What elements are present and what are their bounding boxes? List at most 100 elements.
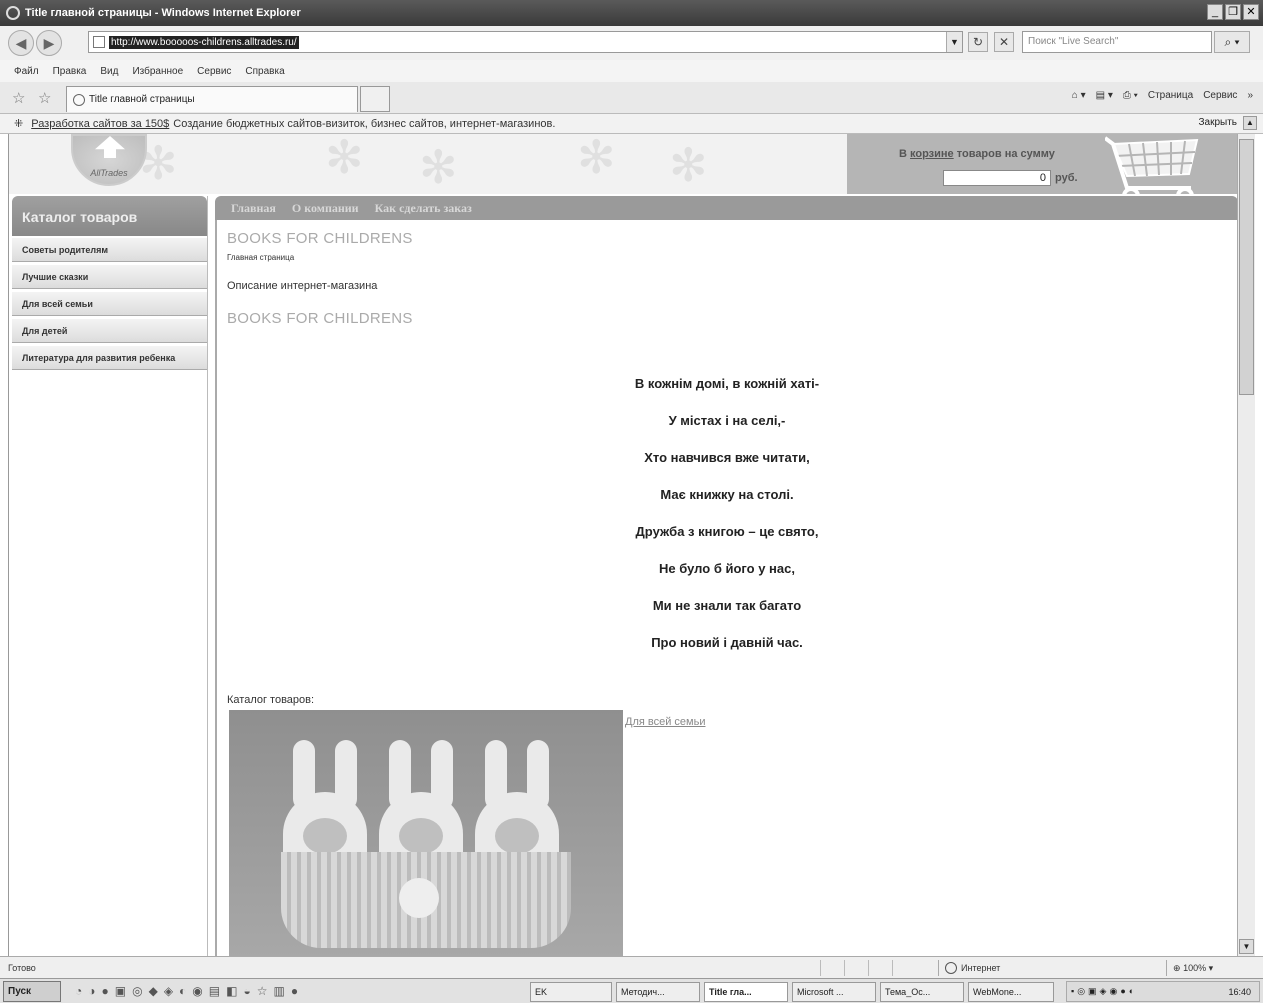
poem-line: Хто навчився вже читати, — [644, 450, 810, 465]
more-chevron-icon[interactable]: » — [1247, 90, 1253, 101]
status-segment — [820, 960, 842, 976]
quicklaunch-icon[interactable]: ☆ — [257, 984, 268, 998]
quicklaunch-icon[interactable]: ▣ — [115, 984, 126, 998]
feeds-icon[interactable]: ▤ ▾ — [1096, 90, 1113, 101]
taskbar-button[interactable]: EK — [530, 982, 612, 1002]
quicklaunch-icon[interactable]: ● — [102, 984, 109, 998]
bow — [399, 878, 439, 918]
quicklaunch-icon[interactable]: ◐ — [179, 984, 186, 998]
status-segment — [868, 960, 890, 976]
nav-how-to-order[interactable]: Как сделать заказ — [375, 201, 472, 216]
home-icon[interactable]: ⌂ ▾ — [1072, 90, 1086, 101]
tab-bar: ☆ ☆ Title главной страницы ⌂ ▾ ▤ ▾ ⎙ ▾ С… — [0, 82, 1263, 114]
menu-view[interactable]: Вид — [100, 66, 118, 77]
category-development-literature[interactable]: Литература для развития ребенка — [12, 346, 207, 370]
taskbar-button-active[interactable]: Title гла... — [704, 982, 788, 1002]
poem: В кожнім домі, в кожній хаті- У містах і… — [417, 376, 1037, 672]
category-parents-advice[interactable]: Советы родителям — [12, 238, 207, 262]
back-button[interactable]: ◀ — [8, 30, 34, 56]
page-menu[interactable]: Страница — [1148, 90, 1193, 101]
quick-launch: ◔ ◑ ● ▣ ◎ ◆ ◈ ◐ ◉ ▤ ◧ ◒ ☆ ▥ ● — [75, 984, 298, 998]
url-text[interactable]: http://www.booooos-childrens.alltrades.r… — [109, 35, 299, 49]
quicklaunch-icon[interactable]: ◈ — [164, 984, 173, 998]
tray-icons[interactable]: ▪◎▣◈◉●◐ — [1067, 986, 1137, 997]
ad-link[interactable]: Разработка сайтов за 150$ — [31, 118, 169, 130]
address-bar: ◀ ▶ http://www.booooos-childrens.alltrad… — [0, 26, 1263, 60]
site-nav: Главная О компании Как сделать заказ — [215, 196, 1237, 220]
poem-line: Має книжку на столі. — [660, 487, 794, 502]
status-segment — [844, 960, 866, 976]
system-tray: ▪◎▣◈◉●◐ 16:40 — [1066, 981, 1260, 1002]
scroll-up-arrow-icon[interactable]: ▲ — [1243, 116, 1257, 130]
poem-line: У містах і на селі,- — [668, 413, 786, 428]
ie-logo-icon — [6, 6, 20, 20]
ad-toggle-icon[interactable]: ⁜ — [14, 117, 23, 130]
cart-total-field: 0 — [943, 170, 1051, 186]
category-for-kids[interactable]: Для детей — [12, 319, 207, 343]
ad-info-bar: ⁜ Разработка сайтов за 150$ Создание бюд… — [0, 114, 1263, 134]
refresh-button[interactable]: ↻ — [968, 32, 988, 52]
quicklaunch-icon[interactable]: ◧ — [226, 984, 237, 998]
poem-line: Дружба з книгою – це свято, — [635, 524, 819, 539]
site-logo[interactable]: AllTrades — [71, 134, 147, 186]
menu-edit[interactable]: Правка — [53, 66, 87, 77]
print-icon[interactable]: ⎙ ▾ — [1123, 90, 1138, 101]
quicklaunch-icon[interactable]: ▥ — [273, 984, 284, 998]
quicklaunch-icon[interactable]: ◆ — [149, 984, 158, 998]
url-dropdown-button[interactable]: ▼ — [946, 32, 962, 52]
start-button[interactable]: Пуск — [3, 980, 61, 1002]
new-tab-button[interactable] — [360, 86, 390, 112]
quicklaunch-icon[interactable]: ▤ — [209, 984, 220, 998]
globe-icon — [945, 962, 957, 974]
add-favorite-icon[interactable]: ☆ — [38, 89, 51, 107]
nav-home[interactable]: Главная — [231, 201, 276, 216]
category-photo[interactable] — [229, 710, 623, 956]
tab-main-page[interactable]: Title главной страницы — [66, 86, 358, 112]
ad-close-button[interactable]: Закрыть — [1198, 117, 1237, 128]
menu-file[interactable]: Файл — [14, 66, 39, 77]
taskbar-button[interactable]: Microsoft ... — [792, 982, 876, 1002]
quicklaunch-icon[interactable]: ◔ — [75, 984, 82, 998]
category-whole-family[interactable]: Для всей семьи — [12, 292, 207, 316]
search-input[interactable]: Поиск "Live Search" — [1022, 31, 1212, 53]
nav-about[interactable]: О компании — [292, 201, 359, 216]
close-window-button[interactable]: ✕ — [1243, 4, 1259, 20]
taskbar-button[interactable]: Методич... — [616, 982, 700, 1002]
ad-text: Создание бюджетных сайтов-визиток, бизне… — [173, 117, 556, 130]
tools-menu[interactable]: Сервис — [1203, 90, 1237, 101]
quicklaunch-icon[interactable]: ◒ — [243, 984, 250, 998]
quicklaunch-icon[interactable]: ◑ — [88, 984, 95, 998]
clock: 16:40 — [1228, 986, 1251, 997]
zoom-level[interactable]: ⊕ 100% ▾ — [1166, 960, 1213, 976]
vertical-scrollbar[interactable]: ▼ — [1237, 134, 1255, 956]
favorites-center-icon[interactable]: ☆ — [12, 89, 25, 107]
quicklaunch-icon[interactable]: ● — [291, 984, 298, 998]
stop-button[interactable]: ✕ — [994, 32, 1014, 52]
cart-suffix: товаров на сумму — [956, 148, 1055, 160]
zone-text: Интернет — [961, 963, 1001, 973]
flower-decoration-icon: ✻ — [577, 134, 616, 183]
quicklaunch-icon[interactable]: ◎ — [132, 984, 142, 998]
maximize-button[interactable]: ❐ — [1225, 4, 1241, 20]
category-link-whole-family[interactable]: Для всей семьи — [625, 716, 705, 728]
url-field[interactable]: http://www.booooos-childrens.alltrades.r… — [88, 31, 963, 53]
menu-help[interactable]: Справка — [245, 66, 284, 77]
ear — [485, 740, 507, 810]
minimize-button[interactable]: _ — [1207, 4, 1223, 20]
forward-button[interactable]: ▶ — [36, 30, 62, 56]
taskbar-button[interactable]: WebMone... — [968, 982, 1054, 1002]
cart-panel: В корзине товаров на сумму 0 руб. — [847, 134, 1237, 205]
ear — [293, 740, 315, 810]
menu-favorites[interactable]: Избранное — [132, 66, 183, 77]
poem-line: Не було б його у нас, — [659, 561, 795, 576]
quicklaunch-icon[interactable]: ◉ — [192, 984, 202, 998]
scroll-down-arrow-icon[interactable]: ▼ — [1239, 939, 1254, 954]
cart-link[interactable]: корзине — [910, 148, 954, 160]
search-button[interactable]: ⌕ ▾ — [1214, 31, 1250, 53]
scrollbar-thumb[interactable] — [1239, 139, 1254, 395]
menu-tools[interactable]: Сервис — [197, 66, 231, 77]
category-best-tales[interactable]: Лучшие сказки — [12, 265, 207, 289]
face — [495, 818, 539, 854]
taskbar-button[interactable]: Тема_Ос... — [880, 982, 964, 1002]
security-zone[interactable]: Интернет — [938, 960, 1160, 976]
